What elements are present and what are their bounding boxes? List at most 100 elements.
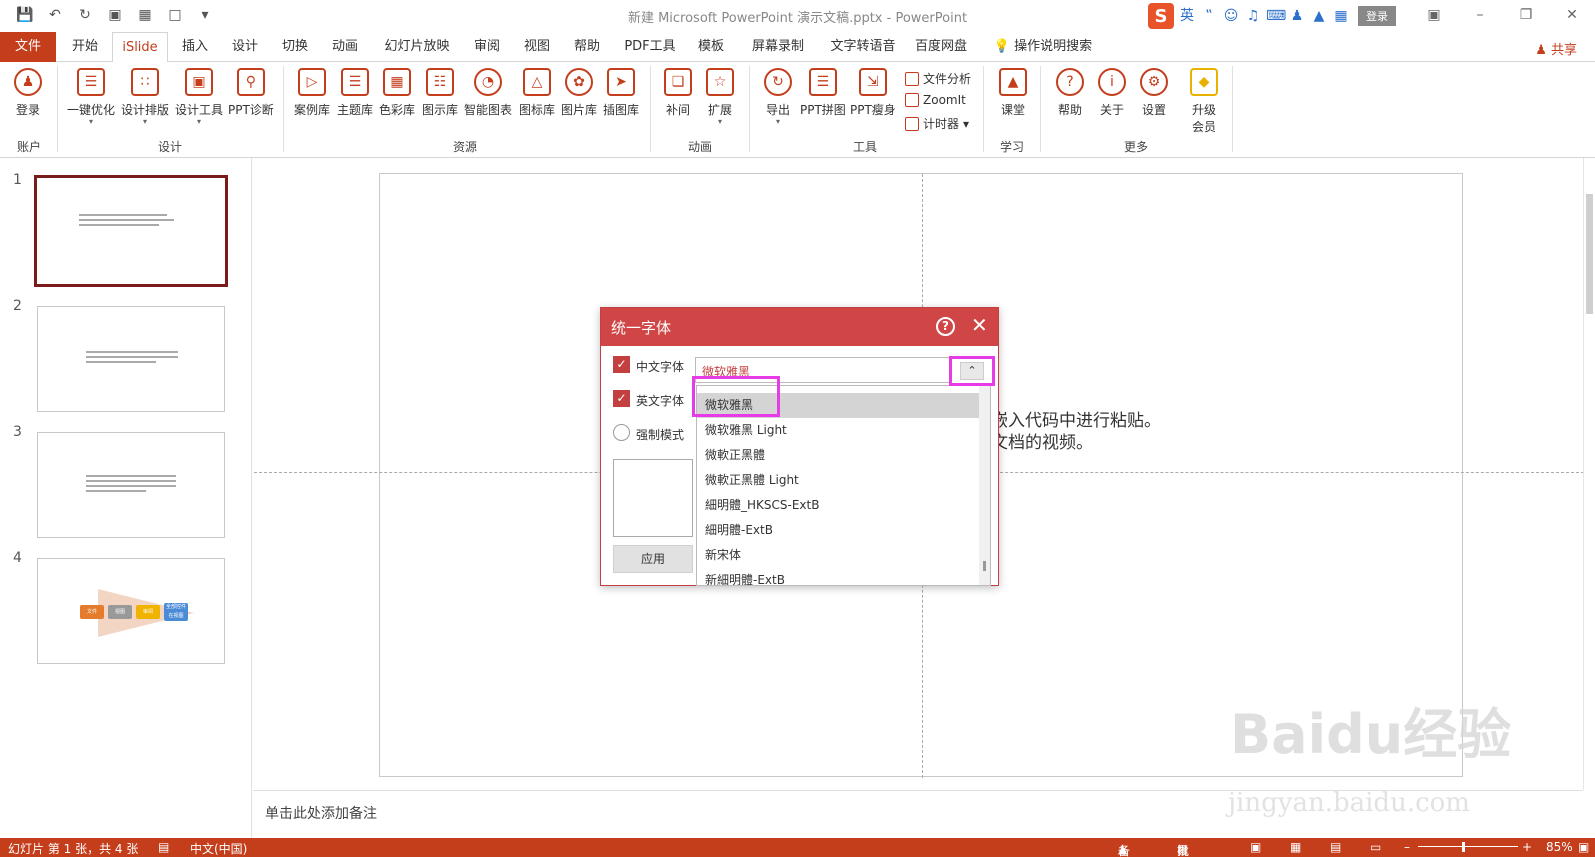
reading-view-icon[interactable]: ▤ xyxy=(1330,840,1341,854)
tween-button[interactable]: ❏ 补间 xyxy=(664,68,692,118)
normal-view-icon[interactable]: ▣ xyxy=(1250,840,1261,854)
color-library-button[interactable]: ▦ 色彩库 xyxy=(379,68,415,118)
icon-library-button[interactable]: △ 图标库 xyxy=(519,68,555,118)
file-analysis-button[interactable]: 文件分析 xyxy=(905,70,971,87)
diagnose-icon: ⚲ xyxy=(236,68,265,96)
mic-icon[interactable]: ♫ xyxy=(1244,7,1262,25)
design-tools-button[interactable]: ▣ 设计工具 ▾ xyxy=(175,68,223,126)
slide-text-line: 。 xyxy=(991,389,1008,409)
illustration-library-button[interactable]: ➤ 插图库 xyxy=(603,68,639,118)
tab-help[interactable]: 帮助 xyxy=(564,32,610,62)
zoom-slider[interactable] xyxy=(1418,846,1518,847)
tab-templates[interactable]: 模板 xyxy=(688,32,734,62)
grid-icon[interactable]: ▦ xyxy=(1332,7,1350,25)
en-font-checkbox[interactable]: ✓ xyxy=(613,390,630,407)
case-library-button[interactable]: ▷ 案例库 xyxy=(294,68,330,118)
close-window-icon[interactable]: ✕ xyxy=(1549,0,1595,30)
font-option[interactable]: 細明體-ExtB xyxy=(697,518,981,543)
tab-transitions[interactable]: 切换 xyxy=(272,32,318,62)
help-ribbon-button[interactable]: ? 帮助 xyxy=(1056,68,1084,118)
ppt-puzzle-button[interactable]: ☰ PPT拼图 xyxy=(800,68,846,118)
share-button[interactable]: ♟ 共享 xyxy=(1535,39,1577,58)
sogou-logo-icon[interactable]: S xyxy=(1148,3,1174,29)
ime-lang[interactable]: 英 xyxy=(1178,7,1196,25)
settings-button[interactable]: ⚙ 设置 xyxy=(1140,68,1168,118)
zoom-level[interactable]: 85% xyxy=(1546,840,1573,854)
help-icon[interactable]: ? xyxy=(936,317,955,336)
close-icon[interactable]: ✕ xyxy=(971,313,988,337)
group-label-more: 更多 xyxy=(1123,140,1148,154)
tab-slideshow[interactable]: 幻灯片放映 xyxy=(378,32,456,62)
tab-screen-record[interactable]: 屏幕录制 xyxy=(742,32,814,62)
ppt-diagnose-button[interactable]: ⚲ PPT诊断 xyxy=(228,68,274,118)
slide-body-text[interactable]: 。 嵌入代码中进行粘贴。 文档的视频。 xyxy=(991,388,1161,454)
extend-button[interactable]: ☆ 扩展 ▾ xyxy=(706,68,734,126)
tab-view[interactable]: 视图 xyxy=(514,32,560,62)
login-ribbon-button[interactable]: ♟ 登录 xyxy=(14,68,42,118)
keyboard-icon[interactable]: ⌨ xyxy=(1266,7,1286,25)
slide-thumbnail[interactable] xyxy=(37,432,225,538)
slide-thumbnail[interactable] xyxy=(34,175,228,287)
spellcheck-icon[interactable]: ▤ xyxy=(158,840,169,854)
classroom-button[interactable]: ▲ 课堂 xyxy=(999,68,1027,118)
vertical-scrollbar[interactable] xyxy=(1583,158,1595,790)
tab-home[interactable]: 开始 xyxy=(60,32,110,62)
minimize-icon[interactable]: – xyxy=(1457,0,1503,30)
tab-text-to-speech[interactable]: 文字转语音 xyxy=(820,32,906,62)
font-option[interactable]: 微软雅黑 Light xyxy=(697,418,981,443)
ribbon-display-icon[interactable]: ▣ xyxy=(1411,0,1457,30)
language-status[interactable]: 中文(中国) xyxy=(190,840,247,857)
smart-chart-button[interactable]: ◔ 智能图表 xyxy=(464,68,512,118)
font-option[interactable]: 微軟正黑體 Light xyxy=(697,468,981,493)
upgrade-member-button[interactable]: ◆ 升级 会员 xyxy=(1190,68,1218,135)
force-mode-radio[interactable] xyxy=(613,424,630,441)
tab-animations[interactable]: 动画 xyxy=(322,32,368,62)
tab-baidu-netdisk[interactable]: 百度网盘 xyxy=(908,32,974,62)
fit-slide-icon[interactable]: ▣ xyxy=(1578,840,1589,854)
font-option[interactable]: 新宋体 xyxy=(697,543,981,568)
slide-thumbnail[interactable] xyxy=(37,306,225,412)
hierarchy-icon: ☷ xyxy=(426,68,454,96)
user-icon[interactable]: ♟ xyxy=(1288,7,1306,25)
emoji-icon[interactable]: ☺ xyxy=(1222,7,1240,25)
tab-islide[interactable]: iSlide xyxy=(112,32,168,63)
apply-button[interactable]: 应用 xyxy=(613,545,693,573)
tab-insert[interactable]: 插入 xyxy=(172,32,218,62)
font-option[interactable]: 微軟正黑體 xyxy=(697,443,981,468)
diagram-library-button[interactable]: ☷ 图示库 xyxy=(422,68,458,118)
punctuation-icon[interactable]: ‟ xyxy=(1200,7,1218,25)
ppt-slim-button[interactable]: ⇲ PPT瘦身 xyxy=(850,68,896,118)
zoomit-button[interactable]: ZoomIt xyxy=(905,93,966,107)
combobox-arrow-highlight: ⌃ xyxy=(949,356,995,386)
dropdown-scrollbar[interactable] xyxy=(979,386,990,585)
tab-review[interactable]: 审阅 xyxy=(464,32,510,62)
tab-design[interactable]: 设计 xyxy=(222,32,268,62)
tell-me-search[interactable]: 💡 操作说明搜索 xyxy=(988,32,1098,62)
sorter-view-icon[interactable]: ▦ xyxy=(1290,840,1301,854)
chevron-up-icon[interactable]: ⌃ xyxy=(960,362,984,380)
zoom-out-icon[interactable]: – xyxy=(1404,840,1410,854)
image-library-button[interactable]: ✿ 图片库 xyxy=(561,68,597,118)
font-option[interactable]: 新細明體-ExtB xyxy=(697,568,981,585)
design-layout-button[interactable]: ∷ 设计排版 ▾ xyxy=(121,68,169,126)
slide-number: 2 xyxy=(13,298,22,314)
zoom-slider-thumb[interactable] xyxy=(1462,842,1465,852)
slideshow-view-icon[interactable]: ▭ xyxy=(1370,840,1381,854)
hourglass-icon xyxy=(905,116,919,131)
skin-icon[interactable]: ▲ xyxy=(1310,7,1328,25)
slide-thumbnail[interactable]: 文件 视图 审阅 全部控件 在视图 xyxy=(37,558,225,664)
export-button[interactable]: ↻ 导出 ▾ xyxy=(764,68,792,126)
font-option[interactable]: 細明體_HKSCS-ExtB xyxy=(697,493,981,518)
one-click-optimize-button[interactable]: ☰ 一键优化 ▾ xyxy=(67,68,115,126)
theme-library-button[interactable]: ☰ 主题库 xyxy=(337,68,373,118)
tab-file[interactable]: 文件 xyxy=(0,32,56,62)
timer-button[interactable]: 计时器 ▾ xyxy=(905,115,969,132)
cn-font-checkbox[interactable]: ✓ xyxy=(613,356,630,373)
restore-icon[interactable]: ❐ xyxy=(1503,0,1549,30)
login-button[interactable]: 登录 xyxy=(1358,6,1396,26)
zoom-in-icon[interactable]: + xyxy=(1522,840,1532,854)
dropdown-scroll-thumb[interactable] xyxy=(983,561,986,571)
tab-pdf-tools[interactable]: PDF工具 xyxy=(618,32,682,62)
scroll-thumb[interactable] xyxy=(1586,194,1593,314)
about-button[interactable]: i 关于 xyxy=(1098,68,1126,118)
